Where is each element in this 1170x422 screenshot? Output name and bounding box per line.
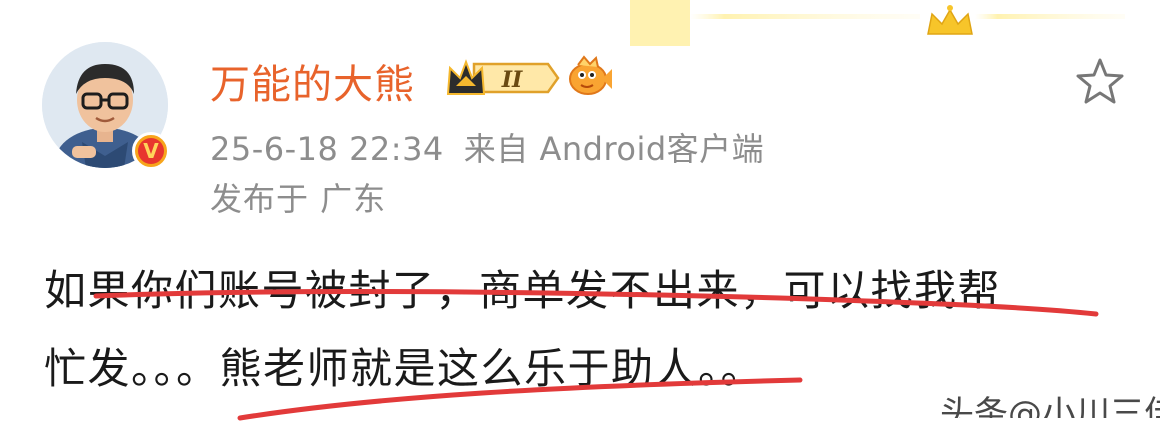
- verified-badge-icon: V: [132, 132, 170, 170]
- watermark-text: 头条@小川三佳: [940, 394, 1160, 418]
- post-text-line: 如果你们账号被封了，商单发不出来，可以找我帮: [44, 266, 1002, 315]
- post-timestamp: 25-6-18 22:34: [210, 130, 444, 168]
- rank-badge-icon[interactable]: II: [444, 56, 560, 100]
- header-decoration: [630, 0, 1125, 46]
- username[interactable]: 万能的大熊: [210, 52, 415, 110]
- watermark: 头条@小川三佳: [940, 378, 1160, 418]
- post-location: 发布于 广东: [210, 180, 387, 218]
- star-outline-icon[interactable]: [1074, 56, 1126, 106]
- post-source[interactable]: 来自 Android客户端: [464, 130, 764, 168]
- rank-level-text: II: [501, 67, 523, 93]
- post-meta: 25-6-18 22:34 来自 Android客户端: [210, 124, 764, 170]
- fish-emblem-icon[interactable]: [566, 55, 612, 99]
- crown-icon: [927, 5, 973, 35]
- user-avatar[interactable]: V: [42, 42, 170, 170]
